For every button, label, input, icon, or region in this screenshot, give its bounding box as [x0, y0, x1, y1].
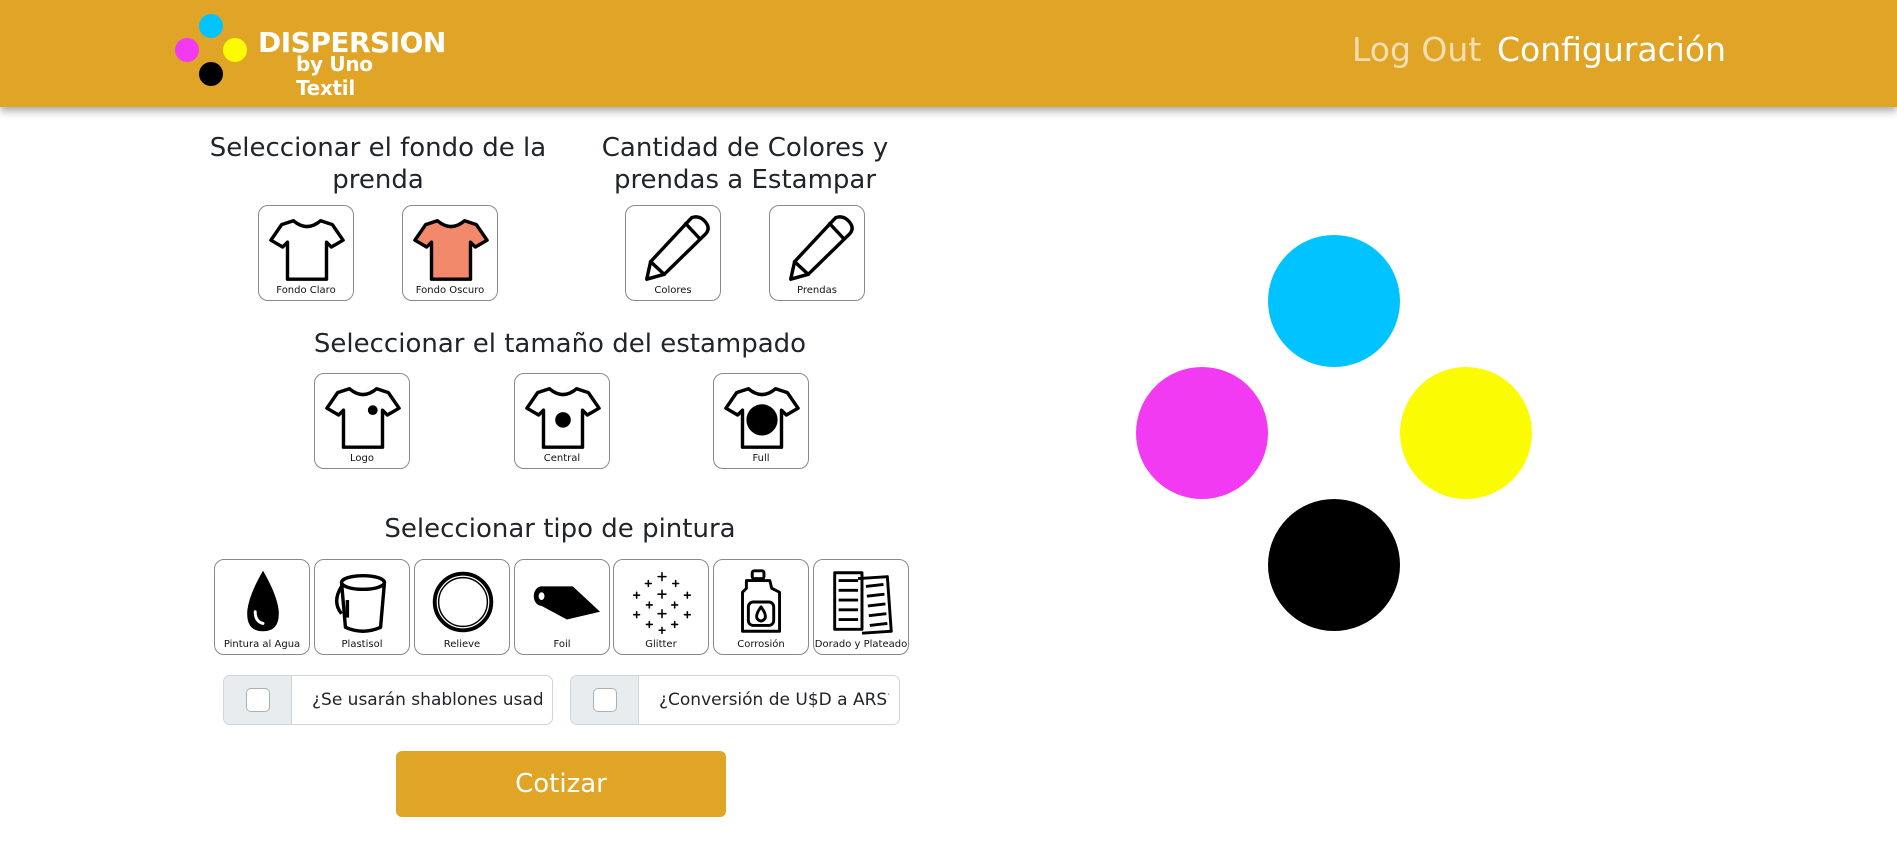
conversion-checkbox[interactable] [593, 688, 617, 712]
option-logo[interactable]: Logo [314, 373, 410, 469]
option-label: Prendas [797, 285, 837, 296]
option-label: Foil [553, 639, 571, 650]
tshirt-logo-print-icon [325, 386, 401, 449]
conversion-check-group: ¿Conversión de U$D a ARS? [570, 675, 900, 725]
option-label: Plastisol [341, 639, 383, 650]
option-label: Fondo Oscuro [415, 285, 485, 296]
option-label: Pintura al Agua [223, 639, 301, 650]
fondo-heading: Seleccionar el fondo de la prenda [209, 133, 547, 195]
shablones-label: ¿Se usarán shablones usados? [312, 690, 542, 710]
option-pintura-agua[interactable]: Pintura al Agua [214, 559, 310, 655]
pencil-icon [788, 215, 854, 281]
tamano-heading: Seleccionar el tamaño del estampado [313, 329, 807, 359]
glitter-sparkles-icon [632, 571, 692, 634]
chemical-bottle-icon [741, 569, 782, 633]
paint-bucket-icon [334, 573, 387, 633]
navbar: DISPERSION by Uno Textil Log Out Configu… [0, 0, 1897, 107]
option-label: Fondo Claro [276, 285, 336, 296]
option-central[interactable]: Central [514, 373, 610, 469]
shablones-checkbox[interactable] [246, 688, 270, 712]
circle-ring-icon [432, 571, 494, 633]
logo-yellow-dot [223, 38, 247, 62]
option-label: Colores [654, 285, 692, 296]
brand-logo[interactable]: DISPERSION by Uno Textil [172, 12, 446, 100]
checkbox-addon [224, 676, 292, 724]
option-label: Logo [350, 453, 374, 464]
cantidad-heading: Cantidad de Colores y prendas a Estampar [601, 133, 889, 195]
logo-magenta-dot [175, 38, 199, 62]
tshirt-central-print-icon [525, 386, 601, 449]
config-link[interactable]: Configuración [1497, 30, 1726, 70]
option-plastisol[interactable]: Plastisol [314, 559, 410, 655]
shablones-check-group: ¿Se usarán shablones usados? [223, 675, 553, 725]
option-corrosion[interactable]: Corrosión [713, 559, 809, 655]
option-label: Relieve [443, 639, 481, 650]
cyan-dot [1268, 235, 1400, 367]
conversion-label: ¿Conversión de U$D a ARS? [659, 690, 889, 710]
option-label: Full [752, 453, 770, 464]
option-foil[interactable]: Foil [514, 559, 610, 655]
option-label: Dorado y Plateado [814, 639, 908, 650]
brand-subtitle: by Uno Textil [296, 52, 373, 100]
pencil-icon [644, 215, 710, 281]
option-dorado-plateado[interactable]: Dorado y Plateado [813, 559, 909, 655]
yellow-dot [1400, 367, 1532, 499]
logout-link[interactable]: Log Out [1352, 30, 1481, 70]
option-relieve[interactable]: Relieve [414, 559, 510, 655]
pintura-heading: Seleccionar tipo de pintura [384, 514, 736, 544]
logo-cyan-dot [199, 14, 223, 38]
option-fondo-claro[interactable]: Fondo Claro [258, 205, 354, 301]
checkbox-addon [571, 676, 639, 724]
option-label: Corrosión [737, 639, 785, 650]
black-dot [1268, 499, 1400, 631]
option-colores[interactable]: Colores [625, 205, 721, 301]
tshirt-full-print-icon [724, 386, 800, 449]
foil-roll-icon [533, 586, 601, 620]
logo-black-dot [199, 62, 223, 86]
option-full[interactable]: Full [713, 373, 809, 469]
magenta-dot [1136, 367, 1268, 499]
option-glitter[interactable]: Glitter [613, 559, 709, 655]
cotizar-button[interactable]: Cotizar [396, 751, 726, 817]
option-label: Central [543, 453, 581, 464]
sheets-icon [833, 571, 893, 635]
option-prendas[interactable]: Prendas [769, 205, 865, 301]
option-label: Glitter [645, 639, 677, 650]
tshirt-salmon-icon [413, 218, 489, 281]
water-drop-icon [247, 570, 279, 632]
tshirt-white-icon [269, 218, 345, 281]
option-fondo-oscuro[interactable]: Fondo Oscuro [402, 205, 498, 301]
